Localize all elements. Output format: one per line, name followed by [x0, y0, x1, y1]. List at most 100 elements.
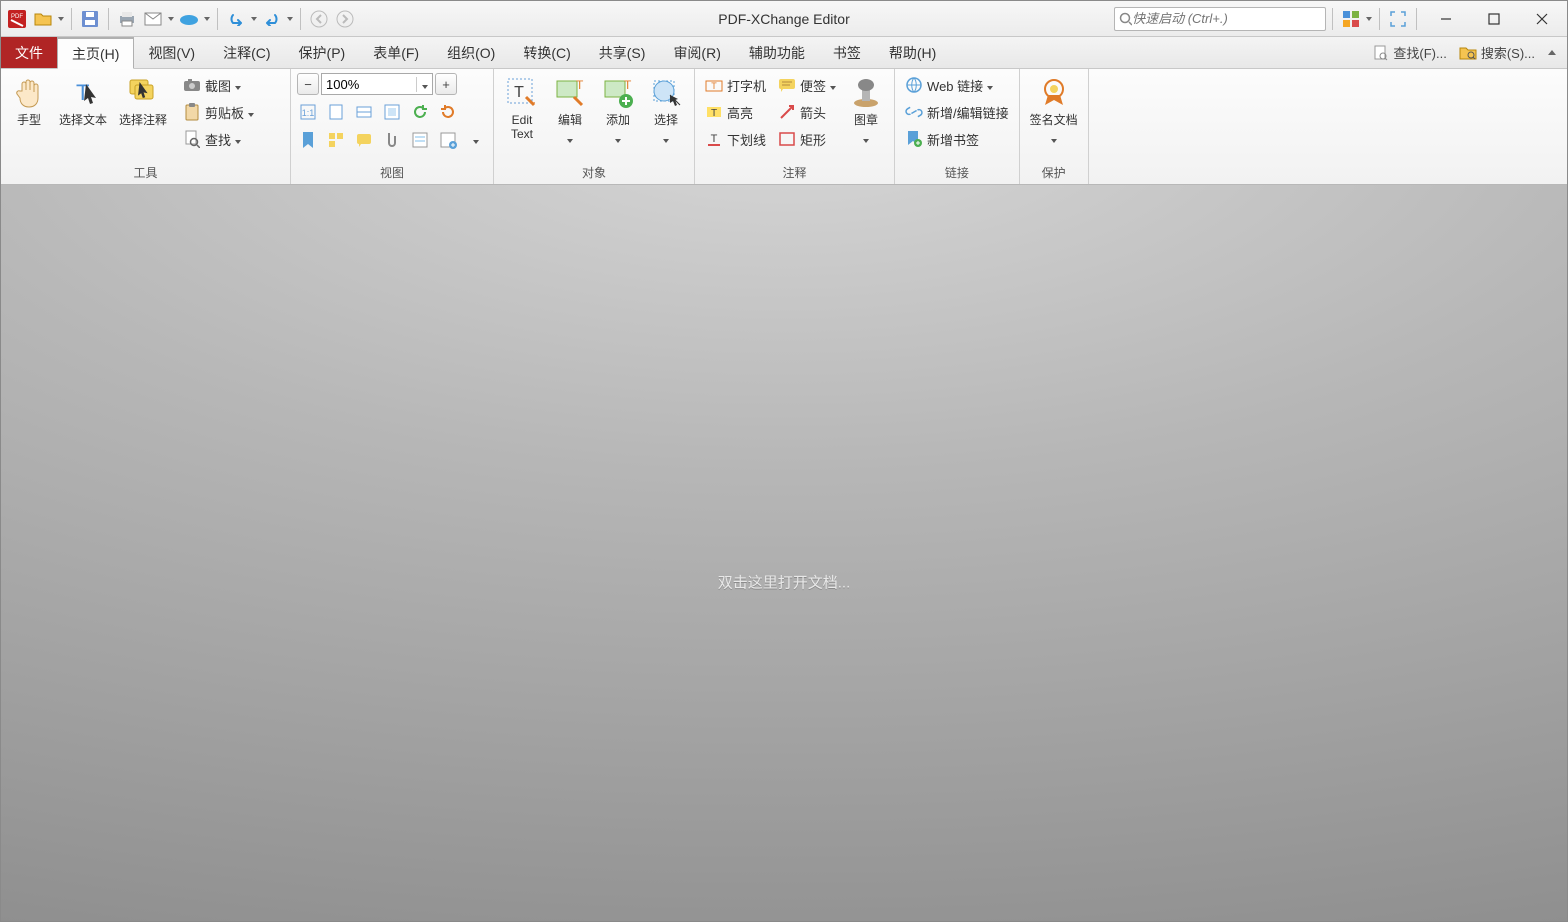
save-icon[interactable] — [78, 7, 102, 31]
link-icon — [905, 103, 923, 121]
print-icon[interactable] — [115, 7, 139, 31]
app-icon[interactable]: PDF — [5, 7, 29, 31]
bookmark-pane-icon[interactable] — [297, 129, 319, 151]
menu-tab-home[interactable]: 主页(H) — [57, 37, 134, 69]
document-area[interactable]: 双击这里打开文档... — [1, 185, 1567, 921]
svg-text:PDF: PDF — [11, 14, 23, 20]
menubar-search[interactable]: 搜索(S)... — [1455, 41, 1539, 64]
highlight-button[interactable]: T高亮 — [701, 100, 770, 124]
cloud-icon[interactable] — [177, 7, 201, 31]
clipboard-button[interactable]: 剪贴板 — [179, 100, 258, 124]
menu-tab-comment[interactable]: 注释(C) — [209, 37, 284, 68]
svg-text:T: T — [711, 108, 717, 119]
properties-pane-icon[interactable] — [437, 129, 459, 151]
ui-options-dropdown[interactable] — [1365, 7, 1373, 31]
stamp-button[interactable]: 图章 — [844, 73, 888, 150]
close-button[interactable] — [1519, 3, 1565, 35]
undo-dropdown[interactable] — [250, 7, 258, 31]
zoom-out-button[interactable]: − — [297, 73, 319, 95]
quick-launch-box[interactable] — [1114, 7, 1326, 31]
menubar-find[interactable]: 查找(F)... — [1369, 41, 1450, 64]
add-objects-button[interactable]: T 添加 — [596, 73, 640, 150]
globe-icon — [905, 76, 923, 94]
menu-bar: 文件 主页(H) 视图(V) 注释(C) 保护(P) 表单(F) 组织(O) 转… — [1, 37, 1567, 69]
hand-tool-button[interactable]: 手型 — [7, 73, 51, 129]
edit-link-button[interactable]: 新增/编辑链接 — [901, 100, 1013, 124]
fit-visible-icon[interactable] — [381, 101, 403, 123]
camera-icon — [183, 76, 201, 94]
title-bar: PDF — [1, 1, 1567, 37]
search-folder-icon — [1459, 45, 1477, 61]
redo-dropdown[interactable] — [286, 7, 294, 31]
select-objects-button[interactable]: 选择 — [644, 73, 688, 150]
thumbnails-pane-icon[interactable] — [325, 129, 347, 151]
cloud-dropdown[interactable] — [203, 7, 211, 31]
fields-pane-icon[interactable] — [409, 129, 431, 151]
attachments-pane-icon[interactable] — [381, 129, 403, 151]
undo-icon[interactable] — [224, 7, 248, 31]
nav-forward-icon[interactable] — [333, 7, 357, 31]
find-button[interactable]: 查找 — [179, 127, 258, 151]
edit-text-button[interactable]: T Edit Text — [500, 73, 544, 143]
menu-file[interactable]: 文件 — [1, 37, 57, 68]
search-icon — [1119, 12, 1132, 26]
fit-page-icon[interactable] — [325, 101, 347, 123]
menu-tab-bookmarks[interactable]: 书签 — [819, 37, 875, 68]
minimize-button[interactable] — [1423, 3, 1469, 35]
menu-tab-share[interactable]: 共享(S) — [585, 37, 660, 68]
ribbon-collapse-toggle[interactable] — [1543, 44, 1561, 62]
fit-width-icon[interactable] — [353, 101, 375, 123]
menu-tab-help[interactable]: 帮助(H) — [875, 37, 950, 68]
ribbon: 手型 T 选择文本 选择注释 截图 剪贴板 — [1, 69, 1567, 185]
svg-text:T: T — [514, 84, 524, 101]
screenshot-button[interactable]: 截图 — [179, 73, 258, 97]
underline-icon: T — [705, 130, 723, 148]
arrow-icon — [778, 103, 796, 121]
new-bookmark-button[interactable]: 新增书签 — [901, 127, 1013, 151]
quick-launch-input[interactable] — [1132, 11, 1321, 26]
ui-options-icon[interactable] — [1339, 7, 1363, 31]
app-title: PDF-XChange Editor — [718, 11, 850, 27]
menu-tab-form[interactable]: 表单(F) — [359, 37, 433, 68]
underline-button[interactable]: T下划线 — [701, 127, 770, 151]
rotate-cw-icon[interactable] — [437, 101, 459, 123]
rectangle-button[interactable]: 矩形 — [774, 127, 840, 151]
typewriter-icon: T — [705, 76, 723, 94]
app-window: PDF — [0, 0, 1568, 922]
edit-objects-button[interactable]: T 编辑 — [548, 73, 592, 150]
svg-text:T: T — [711, 133, 718, 145]
actual-size-icon[interactable]: 1:1 — [297, 101, 319, 123]
menu-tab-organize[interactable]: 组织(O) — [433, 37, 509, 68]
sign-document-button[interactable]: 签名文档 — [1026, 73, 1082, 150]
fullscreen-icon[interactable] — [1386, 7, 1410, 31]
menu-tab-convert[interactable]: 转换(C) — [509, 37, 584, 68]
other-panes-dropdown[interactable] — [465, 129, 487, 151]
select-annotations-button[interactable]: 选择注释 — [115, 73, 171, 129]
mail-dropdown[interactable] — [167, 7, 175, 31]
select-text-button[interactable]: T 选择文本 — [55, 73, 111, 129]
menu-bar-right: 查找(F)... 搜索(S)... — [1369, 37, 1567, 68]
rotate-ccw-icon[interactable] — [409, 101, 431, 123]
menu-tab-accessibility[interactable]: 辅助功能 — [735, 37, 819, 68]
zoom-level-select[interactable]: 100% — [321, 73, 433, 95]
svg-text:T: T — [624, 78, 632, 92]
menu-tab-view[interactable]: 视图(V) — [134, 37, 209, 68]
arrow-button[interactable]: 箭头 — [774, 100, 840, 124]
maximize-button[interactable] — [1471, 3, 1517, 35]
menu-tab-review[interactable]: 审阅(R) — [659, 37, 734, 68]
bookmark-add-icon — [905, 130, 923, 148]
sticky-note-button[interactable]: 便签 — [774, 73, 840, 97]
menu-tab-protect[interactable]: 保护(P) — [285, 37, 360, 68]
svg-text:1:1: 1:1 — [302, 108, 315, 118]
redo-icon[interactable] — [260, 7, 284, 31]
typewriter-button[interactable]: T打字机 — [701, 73, 770, 97]
web-link-button[interactable]: Web 链接 — [901, 73, 1013, 97]
open-file-icon[interactable] — [31, 7, 55, 31]
mail-icon[interactable] — [141, 7, 165, 31]
comments-pane-icon[interactable] — [353, 129, 375, 151]
zoom-in-button[interactable]: + — [435, 73, 457, 95]
open-dropdown[interactable] — [57, 7, 65, 31]
find-icon — [183, 130, 201, 148]
ribbon-group-objects: T Edit Text T 编辑 T 添加 选择 — [494, 69, 695, 184]
nav-back-icon[interactable] — [307, 7, 331, 31]
